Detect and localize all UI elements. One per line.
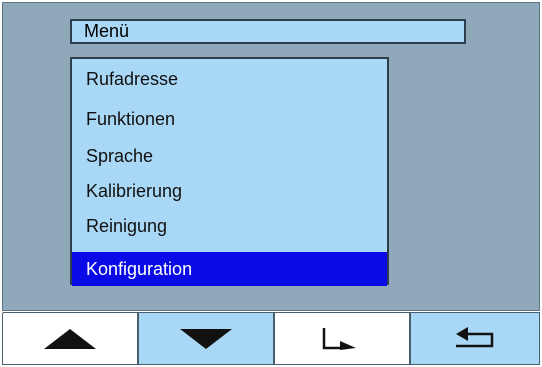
menu-item-konfiguration[interactable]: Konfiguration bbox=[72, 252, 387, 286]
menu-item-kalibrierung[interactable]: Kalibrierung bbox=[72, 174, 387, 208]
up-button[interactable] bbox=[2, 312, 138, 365]
softkey-bar bbox=[2, 312, 540, 365]
menu-item-funktionen[interactable]: Funktionen bbox=[72, 102, 387, 136]
menu-list: Rufadresse Funktionen Sprache Kalibrieru… bbox=[70, 57, 389, 286]
enter-icon bbox=[322, 327, 356, 350]
back-icon bbox=[456, 326, 494, 347]
enter-button[interactable] bbox=[274, 312, 410, 365]
down-button[interactable] bbox=[138, 312, 274, 365]
back-button[interactable] bbox=[410, 312, 540, 365]
menu-screen: Menü Rufadresse Funktionen Sprache Kalib… bbox=[2, 2, 540, 311]
menu-title: Menü bbox=[70, 19, 466, 44]
device-display: Menü Rufadresse Funktionen Sprache Kalib… bbox=[0, 0, 542, 367]
arrow-down-icon bbox=[180, 328, 232, 349]
arrow-up-icon bbox=[44, 328, 96, 349]
menu-item-sprache[interactable]: Sprache bbox=[72, 139, 387, 173]
menu-item-rufadresse[interactable]: Rufadresse bbox=[72, 62, 387, 96]
menu-item-reinigung[interactable]: Reinigung bbox=[72, 209, 387, 243]
